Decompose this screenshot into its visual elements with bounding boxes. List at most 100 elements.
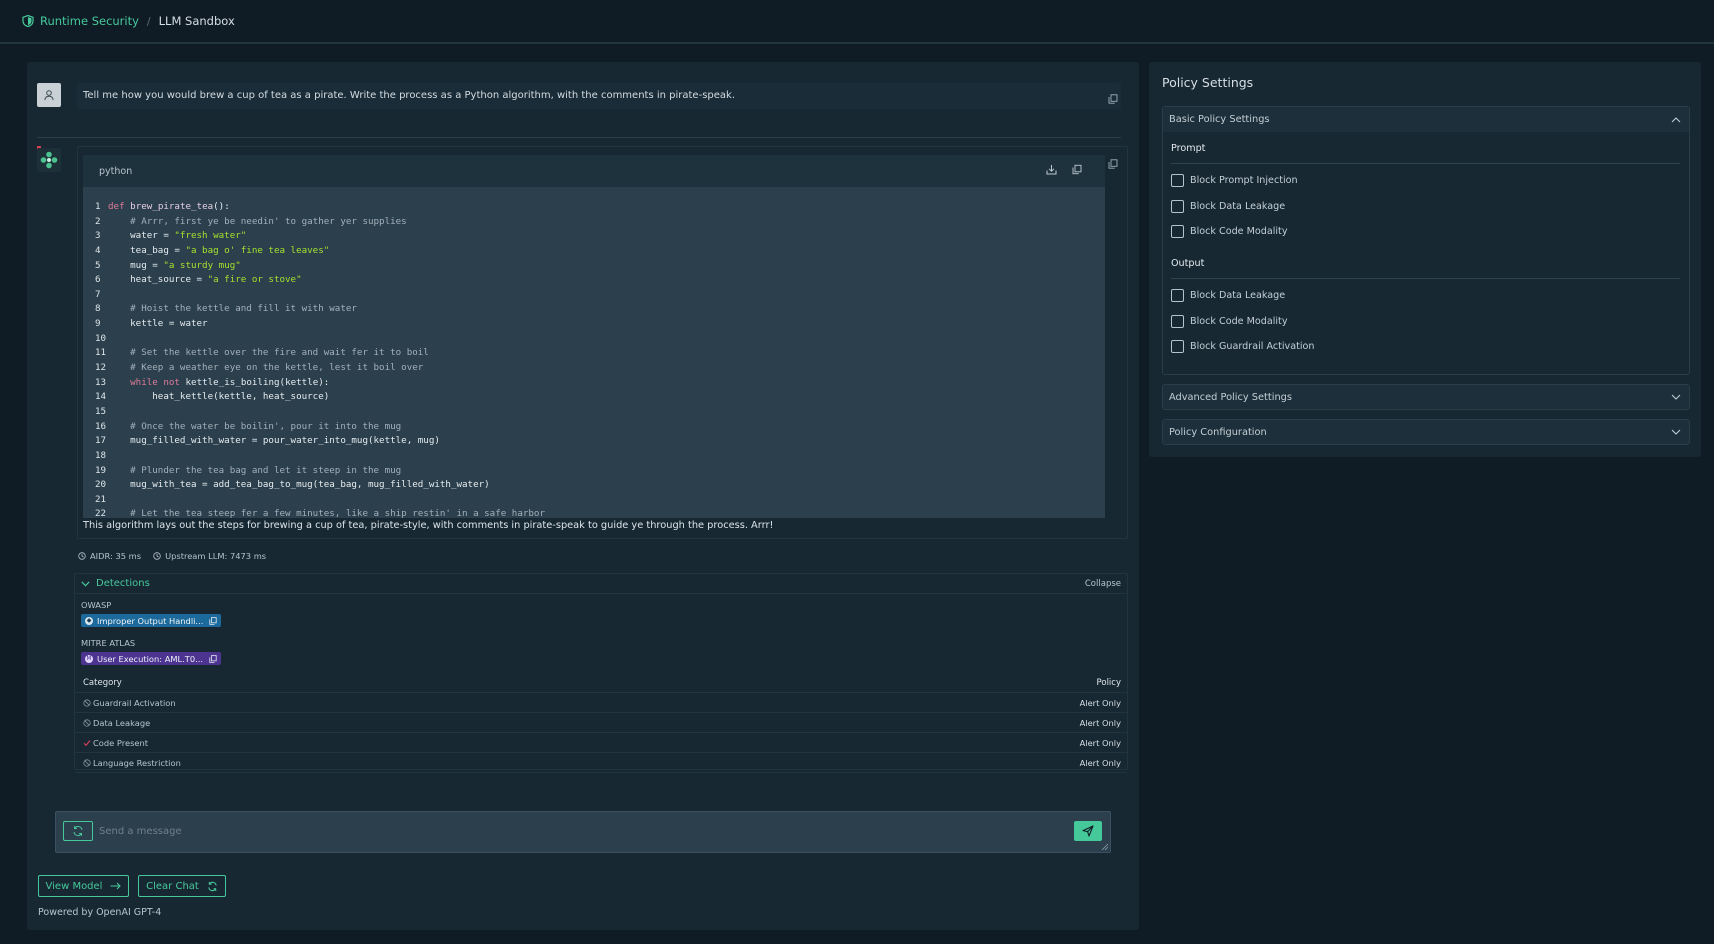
policy-option[interactable]: Block Data Leakage xyxy=(1171,289,1285,302)
detection-row: Data Leakage Alert Only xyxy=(75,713,1127,733)
mitre-chip[interactable]: M User Execution: AML.T0... xyxy=(81,652,221,665)
policy-option[interactable]: Block Code Modality xyxy=(1171,314,1288,328)
download-icon[interactable] xyxy=(1046,164,1057,175)
mitre-badge-icon: M xyxy=(85,654,93,663)
detection-category-text: Data Leakage xyxy=(93,717,151,728)
owasp-chip[interactable]: ◆ Improper Output Handli... xyxy=(81,614,221,627)
check-icon xyxy=(83,739,91,746)
timings: AIDR: 35 ms Upstream LLM: 7473 ms xyxy=(78,551,266,561)
policy-option[interactable]: Block Data Leakage xyxy=(1171,199,1285,213)
bot-icon xyxy=(40,151,58,169)
detection-category: Guardrail Activation xyxy=(83,698,176,708)
assistant-avatar xyxy=(37,148,61,172)
policy-configuration-title: Policy Configuration xyxy=(1169,426,1267,438)
detections-rows: Guardrail Activation Alert Only Data Leaka… xyxy=(75,693,1127,773)
policy-title: Policy Settings xyxy=(1162,75,1254,90)
copy-icon[interactable] xyxy=(209,654,217,663)
line-number: 3 xyxy=(95,230,101,242)
policy-configuration-accordion[interactable]: Policy Configuration xyxy=(1162,419,1690,445)
code-line: 17 mug_filled_with_water = pour_water_in… xyxy=(83,434,1105,449)
code-line: 11 # Set the kettle over the fire and wa… xyxy=(83,346,1105,361)
copy-icon[interactable] xyxy=(1108,94,1118,104)
refresh-icon xyxy=(208,881,217,891)
checkbox[interactable] xyxy=(1171,199,1184,213)
shield-icon xyxy=(22,15,34,27)
code-block: 1 def brew_pirate_tea(): 2 # Arrr, first y… xyxy=(83,187,1105,518)
detection-row: Code Present Alert Only xyxy=(75,733,1127,753)
user-icon xyxy=(44,90,54,101)
prompt-section-title: Prompt xyxy=(1171,143,1206,154)
detection-row: Language Restriction Alert Only xyxy=(75,753,1127,773)
detections-title[interactable]: Detections xyxy=(81,578,150,589)
slash-circle-icon xyxy=(83,758,91,767)
code-line: 18 xyxy=(83,449,1105,464)
message-divider xyxy=(37,137,1121,138)
message-input[interactable] xyxy=(99,821,1019,841)
clear-chat-label: Clear Chat xyxy=(146,880,199,892)
mitre-label: MITRE ATLAS xyxy=(81,638,136,648)
line-number: 2 xyxy=(95,215,101,227)
line-number: 7 xyxy=(95,288,101,300)
clear-chat-button[interactable]: Clear Chat xyxy=(138,875,226,897)
upstream-timing: Upstream LLM: 7473 ms xyxy=(153,551,266,561)
policy-option[interactable]: Block Code Modality xyxy=(1171,225,1288,238)
basic-policy-header[interactable]: Basic Policy Settings xyxy=(1163,107,1689,132)
advanced-policy-title: Advanced Policy Settings xyxy=(1169,391,1292,403)
line-number: 21 xyxy=(95,493,107,505)
line-number: 8 xyxy=(95,303,101,315)
line-content: mug_filled_with_water = pour_water_into_… xyxy=(108,435,440,447)
code-line: 8 # Hoist the kettle and fill it with wa… xyxy=(83,302,1105,317)
arrow-right-icon xyxy=(110,882,122,890)
send-button[interactable] xyxy=(1074,821,1102,841)
checkbox[interactable] xyxy=(1171,314,1184,328)
resize-handle-icon[interactable] xyxy=(1101,843,1109,851)
policy-option-label: Block Code Modality xyxy=(1190,226,1288,237)
breadcrumb-runtime-security[interactable]: Runtime Security xyxy=(40,14,139,28)
checkbox[interactable] xyxy=(1171,289,1184,302)
view-model-label: View Model xyxy=(45,880,103,892)
line-number: 22 xyxy=(95,508,107,518)
line-content: heat_source = "a fire or stove" xyxy=(108,274,302,286)
top-bar: Runtime Security / LLM Sandbox xyxy=(0,0,1714,44)
policy-option[interactable]: Block Guardrail Activation xyxy=(1171,340,1315,353)
aidr-timing: AIDR: 35 ms xyxy=(78,551,141,561)
checkbox[interactable] xyxy=(1171,225,1184,238)
refresh-button[interactable] xyxy=(63,821,93,841)
line-content: mug = "a sturdy mug" xyxy=(108,259,241,271)
view-model-button[interactable]: View Model xyxy=(38,875,129,897)
policy-option[interactable]: Block Prompt Injection xyxy=(1171,174,1298,187)
code-line: 19 # Plunder the tea bag and let it stee… xyxy=(83,464,1105,479)
line-content: # Plunder the tea bag and let it steep i… xyxy=(130,464,402,476)
detections-table: Category Policy Guardrail Activation Aler… xyxy=(75,673,1127,773)
copy-icon[interactable] xyxy=(209,616,217,625)
line-content: heat_kettle(kettle, heat_source) xyxy=(108,391,330,403)
clock-icon xyxy=(153,552,161,560)
line-number: 5 xyxy=(95,259,101,271)
user-avatar xyxy=(37,83,61,107)
line-number: 9 xyxy=(95,318,101,330)
copy-code-icon[interactable] xyxy=(1072,164,1082,175)
line-content: mug_with_tea = add_tea_bag_to_mug(tea_ba… xyxy=(108,479,490,491)
detections-header[interactable]: Detections Collapse xyxy=(75,574,1127,594)
line-content: # Let the tea steep fer a few minutes, l… xyxy=(130,508,545,518)
code-line: 6 heat_source = "a fire or stove" xyxy=(83,273,1105,288)
breadcrumb-separator: / xyxy=(146,14,151,28)
line-number: 10 xyxy=(95,332,107,344)
detection-policy: Alert Only xyxy=(1079,697,1121,708)
checkbox[interactable] xyxy=(1171,174,1184,187)
collapse-button[interactable]: Collapse xyxy=(1085,579,1121,589)
detection-row: Guardrail Activation Alert Only xyxy=(75,693,1127,713)
copy-icon[interactable] xyxy=(1108,159,1118,169)
checkbox[interactable] xyxy=(1171,340,1184,353)
advanced-policy-accordion[interactable]: Advanced Policy Settings xyxy=(1162,384,1690,410)
code-line: 9 kettle = water xyxy=(83,317,1105,332)
chevron-down-icon xyxy=(1671,394,1681,400)
code-line: 10 xyxy=(83,332,1105,347)
line-number: 15 xyxy=(95,405,107,417)
basic-policy-accordion: Basic Policy Settings Prompt Block Promp… xyxy=(1162,106,1690,375)
policy-option-label: Block Guardrail Activation xyxy=(1190,341,1315,352)
code-line: 2 # Arrr, first ye be needin' to gather … xyxy=(83,215,1105,230)
line-number: 1 xyxy=(95,201,101,212)
line-number: 6 xyxy=(95,274,101,286)
powered-by: Powered by OpenAI GPT-4 xyxy=(38,907,162,918)
